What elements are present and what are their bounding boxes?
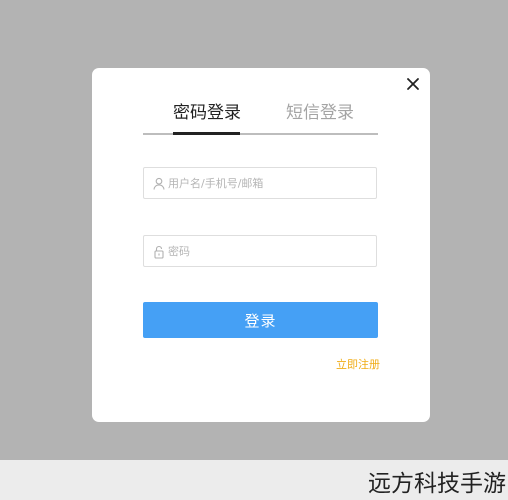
close-icon bbox=[407, 78, 419, 90]
tab-sms-login[interactable]: 短信登录 bbox=[286, 101, 354, 133]
login-tabs: 密码登录 短信登录 bbox=[143, 101, 378, 135]
watermark-band: 远方科技手游 bbox=[0, 460, 508, 500]
lock-icon bbox=[153, 245, 165, 259]
active-tab-indicator bbox=[173, 132, 240, 135]
close-button[interactable] bbox=[405, 76, 421, 92]
tab-password-login[interactable]: 密码登录 bbox=[173, 101, 241, 133]
login-modal: 密码登录 短信登录 登录 立即注册 bbox=[92, 68, 430, 422]
watermark-text: 远方科技手游 bbox=[368, 471, 506, 497]
user-icon bbox=[153, 177, 165, 191]
register-link[interactable]: 立即注册 bbox=[332, 356, 380, 372]
username-field bbox=[143, 167, 377, 199]
password-input[interactable] bbox=[168, 236, 368, 266]
username-input[interactable] bbox=[168, 168, 368, 198]
password-field bbox=[143, 235, 377, 267]
login-button[interactable]: 登录 bbox=[143, 302, 378, 338]
